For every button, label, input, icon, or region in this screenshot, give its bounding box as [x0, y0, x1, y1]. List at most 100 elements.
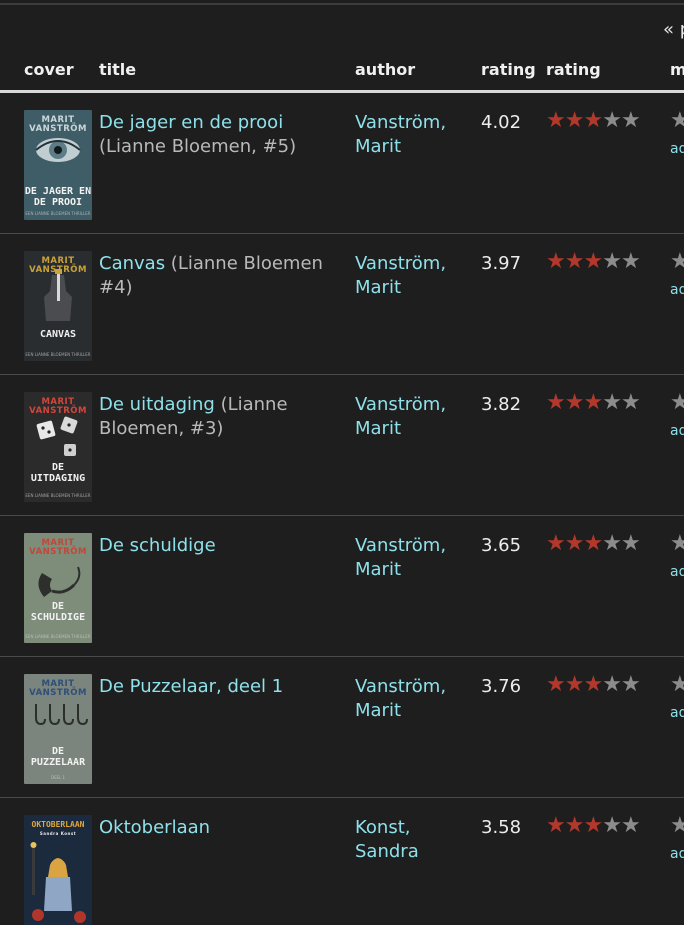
author-link[interactable]: Vanström, Marit	[355, 675, 475, 723]
star-icon[interactable]: ★	[546, 249, 566, 274]
star-icon[interactable]: ★	[583, 813, 603, 838]
add-shelf-link[interactable]: ad	[670, 282, 684, 298]
table-row: MARIT VANSTRÖM CANVAS EEN LIANNE BLOEMEN T…	[0, 234, 684, 375]
cover-author-text: MARIT VANSTRÖM	[29, 679, 87, 698]
cover-author-text: MARIT VANSTRÖM	[29, 397, 87, 416]
column-header-avg-rating[interactable]: rating	[481, 60, 536, 79]
add-shelf-link[interactable]: ad	[670, 564, 684, 580]
cover-title-text: CANVAS	[39, 329, 77, 340]
table-row: MARIT VANSTRÖM DE PUZZELAAR DEEL 1 De Puzze…	[0, 657, 684, 798]
star-rating-widget[interactable]: ★★★★★	[546, 813, 641, 838]
book-list-page: « p cover title author rating rating m M…	[0, 0, 684, 925]
author-link[interactable]: Vanström, Marit	[355, 393, 475, 441]
series-label: (Lianne Bloemen, #5)	[99, 136, 297, 157]
column-header-my-rating[interactable]: rating	[546, 60, 601, 79]
star-icon[interactable]: ★	[583, 390, 603, 415]
book-cover-image[interactable]: MARIT VANSTRÖM DE JAGER EN DE PROOI EEN LI…	[24, 110, 92, 220]
average-rating-value: 3.76	[481, 676, 522, 697]
average-rating-value: 3.82	[481, 394, 522, 415]
book-cover-image[interactable]: MARIT VANSTRÖM DE SCHULDIGE EEN LIANNE BLO…	[24, 533, 92, 643]
previous-page-link[interactable]: « p	[663, 19, 684, 40]
star-rating-widget[interactable]: ★★★★★	[546, 531, 641, 556]
cover-author-text: MARIT VANSTRÖM	[29, 115, 87, 134]
star-icon[interactable]: ★	[546, 672, 566, 697]
title-cell: De schuldige	[99, 534, 344, 558]
column-header-more[interactable]: m	[670, 60, 684, 79]
cover-title-text: DE JAGER EN DE PROOI	[24, 186, 92, 208]
cover-title-text: DE UITDAGING	[30, 462, 86, 484]
star-icon[interactable]: ★	[546, 531, 566, 556]
star-icon[interactable]: ★	[602, 672, 622, 697]
star-icon[interactable]: ★	[583, 672, 603, 697]
table-row: Sandra Konst OKTOBERLAAN Oktoberlaan Konst,…	[0, 798, 684, 925]
star-icon[interactable]: ★	[670, 391, 684, 415]
star-icon[interactable]: ★	[583, 108, 603, 133]
column-header-title[interactable]: title	[99, 60, 136, 79]
star-icon[interactable]: ★	[670, 109, 684, 133]
star-icon[interactable]: ★	[670, 250, 684, 274]
add-shelf-link[interactable]: ad	[670, 423, 684, 439]
star-rating-widget[interactable]: ★★★★★	[546, 249, 641, 274]
author-link[interactable]: Konst, Sandra	[355, 816, 475, 864]
star-icon[interactable]: ★	[583, 531, 603, 556]
star-icon[interactable]: ★	[621, 813, 641, 838]
star-icon[interactable]: ★	[565, 390, 585, 415]
star-icon[interactable]: ★	[602, 813, 622, 838]
add-shelf-link[interactable]: ad	[670, 141, 684, 157]
average-rating-value: 3.58	[481, 817, 522, 838]
book-cover-image[interactable]: MARIT VANSTRÖM CANVAS EEN LIANNE BLOEMEN T…	[24, 251, 92, 361]
star-icon[interactable]: ★	[670, 814, 684, 838]
star-icon[interactable]: ★	[602, 390, 622, 415]
star-icon[interactable]: ★	[565, 813, 585, 838]
book-title-link[interactable]: De schuldige	[99, 535, 216, 556]
column-header-author[interactable]: author	[355, 60, 415, 79]
author-link[interactable]: Vanström, Marit	[355, 534, 475, 582]
star-rating-widget[interactable]: ★★★★★	[546, 672, 641, 697]
star-icon[interactable]: ★	[565, 531, 585, 556]
top-divider	[0, 3, 684, 5]
star-icon[interactable]: ★	[602, 108, 622, 133]
star-icon[interactable]: ★	[565, 249, 585, 274]
star-icon[interactable]: ★	[621, 108, 641, 133]
table-row: MARIT VANSTRÖM DE JAGER EN DE PROOI EEN LI…	[0, 93, 684, 234]
author-link[interactable]: Vanström, Marit	[355, 111, 475, 159]
star-rating-widget[interactable]: ★★★★★	[546, 108, 641, 133]
average-rating-value: 3.65	[481, 535, 522, 556]
star-icon[interactable]: ★	[546, 813, 566, 838]
star-icon[interactable]: ★	[621, 390, 641, 415]
cover-subtitle-text: EEN LIANNE BLOEMEN THRILLER	[25, 352, 91, 357]
title-cell: Oktoberlaan	[99, 816, 344, 840]
add-shelf-link[interactable]: ad	[670, 846, 684, 862]
average-rating-value: 3.97	[481, 253, 522, 274]
column-header-cover[interactable]: cover	[24, 60, 74, 79]
table-row: MARIT VANSTRÖM DE SCHULDIGE EEN LIANNE BLO…	[0, 516, 684, 657]
cover-title-text: DE PUZZELAAR	[30, 746, 86, 768]
star-icon[interactable]: ★	[621, 672, 641, 697]
star-icon[interactable]: ★	[602, 531, 622, 556]
star-icon[interactable]: ★	[602, 249, 622, 274]
add-shelf-link[interactable]: ad	[670, 705, 684, 721]
star-icon[interactable]: ★	[546, 108, 566, 133]
star-icon[interactable]: ★	[583, 249, 603, 274]
book-cover-image[interactable]: MARIT VANSTRÖM DE PUZZELAAR DEEL 1	[24, 674, 92, 784]
star-icon[interactable]: ★	[621, 249, 641, 274]
star-icon[interactable]: ★	[670, 532, 684, 556]
book-title-link[interactable]: Canvas	[99, 253, 165, 274]
book-cover-image[interactable]: Sandra Konst OKTOBERLAAN	[24, 815, 92, 925]
book-title-link[interactable]: De Puzzelaar, deel 1	[99, 676, 283, 697]
star-rating-widget[interactable]: ★★★★★	[546, 390, 641, 415]
cover-subtitle-text: EEN LIANNE BLOEMEN THRILLER	[25, 493, 91, 498]
star-icon[interactable]: ★	[621, 531, 641, 556]
star-icon[interactable]: ★	[670, 673, 684, 697]
title-cell: De Puzzelaar, deel 1	[99, 675, 344, 699]
title-cell: De uitdaging (Lianne Bloemen, #3)	[99, 393, 344, 441]
star-icon[interactable]: ★	[546, 390, 566, 415]
book-cover-image[interactable]: MARIT VANSTRÖM DE UITDAGING EEN LIANNE BLO…	[24, 392, 92, 502]
cover-author-text: Sandra Konst	[39, 831, 77, 836]
star-icon[interactable]: ★	[565, 108, 585, 133]
author-link[interactable]: Vanström, Marit	[355, 252, 475, 300]
book-title-link[interactable]: Oktoberlaan	[99, 817, 210, 838]
book-title-link[interactable]: De jager en de prooi	[99, 112, 283, 133]
book-title-link[interactable]: De uitdaging	[99, 394, 215, 415]
star-icon[interactable]: ★	[565, 672, 585, 697]
